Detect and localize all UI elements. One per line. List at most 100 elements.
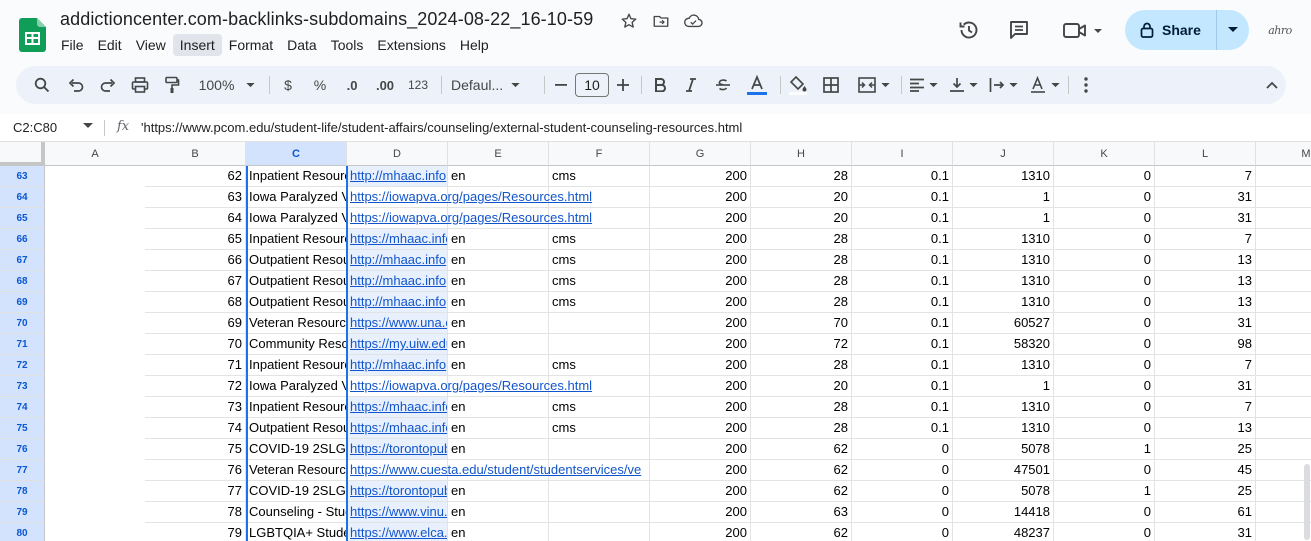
- cell-c[interactable]: https://www.elca.org: [347, 523, 448, 541]
- text-color-icon[interactable]: [745, 66, 769, 104]
- format-percent-button[interactable]: %: [310, 66, 330, 104]
- undo-icon[interactable]: [64, 66, 88, 104]
- cell-g[interactable]: 72: [751, 334, 852, 355]
- cell-h[interactable]: 0: [852, 481, 953, 502]
- cell-i[interactable]: 14418: [953, 502, 1054, 523]
- zoom-select[interactable]: 100%: [192, 66, 262, 104]
- cell-k[interactable]: 98: [1155, 334, 1256, 355]
- cell-g[interactable]: 20: [751, 187, 852, 208]
- row-header[interactable]: 78: [0, 481, 45, 502]
- cell-k[interactable]: 7: [1155, 229, 1256, 250]
- cell-i[interactable]: 1310: [953, 355, 1054, 376]
- sheets-logo-icon[interactable]: [19, 18, 46, 52]
- cell-b[interactable]: Inpatient Resources: [246, 229, 347, 250]
- cell-j[interactable]: 0: [1054, 229, 1155, 250]
- row-header[interactable]: 65: [0, 208, 45, 229]
- cell-c[interactable]: http://mhaac.info: [347, 355, 448, 376]
- cell-c[interactable]: http://mhaac.info: [347, 166, 448, 187]
- vertical-align-icon[interactable]: [946, 66, 980, 104]
- row-header[interactable]: 68: [0, 271, 45, 292]
- cell-b[interactable]: Outpatient Resources: [246, 250, 347, 271]
- cell-i[interactable]: 1310: [953, 271, 1054, 292]
- format-currency-button[interactable]: $: [278, 66, 298, 104]
- menu-insert[interactable]: Insert: [172, 34, 222, 56]
- cell-b[interactable]: Veteran Resources: [246, 460, 347, 481]
- row-header[interactable]: 76: [0, 439, 45, 460]
- italic-icon[interactable]: [681, 66, 701, 104]
- more-formats-button[interactable]: 123: [406, 66, 430, 104]
- cell-k[interactable]: 7: [1155, 355, 1256, 376]
- cell-d[interactable]: en: [448, 271, 549, 292]
- cell-f[interactable]: 200: [650, 397, 751, 418]
- cell-d[interactable]: en: [448, 166, 549, 187]
- cell-e[interactable]: cms: [549, 292, 650, 313]
- cell-d[interactable]: en: [448, 229, 549, 250]
- cell-i[interactable]: 1: [953, 208, 1054, 229]
- cell-i[interactable]: 1310: [953, 229, 1054, 250]
- cell-c[interactable]: https://torontopubliclibrary.ca: [347, 481, 448, 502]
- avatar[interactable]: ahro: [1265, 17, 1295, 43]
- cell-f[interactable]: 200: [650, 481, 751, 502]
- cell-f[interactable]: 200: [650, 208, 751, 229]
- cell-j[interactable]: 0: [1054, 355, 1155, 376]
- cell-g[interactable]: 20: [751, 376, 852, 397]
- cell-a[interactable]: 69: [145, 313, 246, 334]
- cell-l[interactable]: 14: [1256, 271, 1311, 292]
- cell-g[interactable]: 28: [751, 271, 852, 292]
- cell-e[interactable]: cms: [549, 166, 650, 187]
- decrease-decimal-button[interactable]: .0: [341, 66, 363, 104]
- cell-a[interactable]: 79: [145, 523, 246, 541]
- cell-k[interactable]: 31: [1155, 313, 1256, 334]
- menu-help[interactable]: Help: [453, 34, 496, 56]
- cell-d[interactable]: en: [448, 355, 549, 376]
- row-header[interactable]: 80: [0, 523, 45, 541]
- cell-j[interactable]: 0: [1054, 376, 1155, 397]
- cell-b[interactable]: Iowa Paralyzed Veterans: [246, 376, 347, 397]
- cell-j[interactable]: 0: [1054, 460, 1155, 481]
- cell-a[interactable]: 74: [145, 418, 246, 439]
- menu-view[interactable]: View: [129, 34, 173, 56]
- cell-l[interactable]: 49: [1256, 187, 1311, 208]
- cell-a[interactable]: 62: [145, 166, 246, 187]
- cell-j[interactable]: 0: [1054, 523, 1155, 541]
- row-header[interactable]: 67: [0, 250, 45, 271]
- row-header[interactable]: 70: [0, 313, 45, 334]
- cell-d[interactable]: en: [448, 481, 549, 502]
- chevron-down-icon[interactable]: [83, 123, 93, 129]
- cell-f[interactable]: 200: [650, 250, 751, 271]
- cell-f[interactable]: 200: [650, 439, 751, 460]
- column-header-j[interactable]: J: [953, 142, 1054, 166]
- cell-d[interactable]: en: [448, 523, 549, 541]
- cell-h[interactable]: 0: [852, 460, 953, 481]
- cell-b[interactable]: Outpatient Resources: [246, 271, 347, 292]
- cell-g[interactable]: 28: [751, 355, 852, 376]
- cell-k[interactable]: 25: [1155, 481, 1256, 502]
- cell-i[interactable]: 58320: [953, 334, 1054, 355]
- row-header[interactable]: 79: [0, 502, 45, 523]
- cell-a[interactable]: 63: [145, 187, 246, 208]
- cell-i[interactable]: 1: [953, 376, 1054, 397]
- cell-k[interactable]: 7: [1155, 166, 1256, 187]
- row-header[interactable]: 71: [0, 334, 45, 355]
- cell-f[interactable]: 200: [650, 313, 751, 334]
- cell-j[interactable]: 0: [1054, 187, 1155, 208]
- merge-cells-icon[interactable]: [854, 66, 894, 104]
- cell-h[interactable]: 0: [852, 502, 953, 523]
- cell-h[interactable]: 0.1: [852, 397, 953, 418]
- cell-l[interactable]: 49: [1256, 208, 1311, 229]
- cell-f[interactable]: 200: [650, 502, 751, 523]
- cell-h[interactable]: 0.1: [852, 313, 953, 334]
- text-wrapping-icon[interactable]: [986, 66, 1020, 104]
- cell-i[interactable]: 1310: [953, 418, 1054, 439]
- cell-f[interactable]: 200: [650, 166, 751, 187]
- cell-l[interactable]: 49: [1256, 523, 1311, 541]
- column-header-h[interactable]: H: [751, 142, 852, 166]
- cell-g[interactable]: 28: [751, 418, 852, 439]
- cell-f[interactable]: 200: [650, 355, 751, 376]
- cell-b[interactable]: Iowa Paralyzed Veterans: [246, 187, 347, 208]
- cell-f[interactable]: 200: [650, 271, 751, 292]
- cell-j[interactable]: 0: [1054, 292, 1155, 313]
- cell-g[interactable]: 28: [751, 292, 852, 313]
- cell-b[interactable]: Outpatient Resources: [246, 292, 347, 313]
- column-header-d[interactable]: D: [347, 142, 448, 166]
